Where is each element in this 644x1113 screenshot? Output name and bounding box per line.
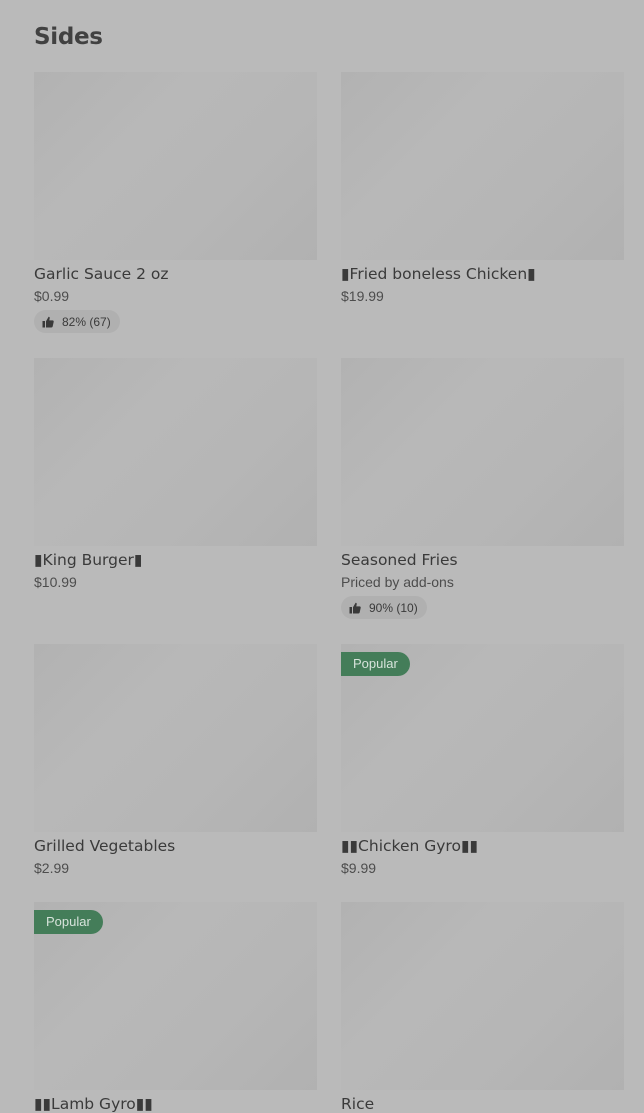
menu-item-card[interactable]: Popular ▮▮Lamb Gyro▮▮ [34, 902, 317, 1113]
menu-item-image[interactable]: Popular [341, 644, 624, 832]
menu-item-card[interactable]: Seasoned Fries Priced by add-ons 90% (10… [341, 358, 624, 619]
menu-item-image[interactable] [341, 72, 624, 260]
menu-item-name: Grilled Vegetables [34, 837, 176, 855]
thumbs-up-icon [42, 316, 54, 328]
menu-item-name: Seasoned Fries [341, 551, 458, 569]
menu-item-card[interactable]: ▮Fried boneless Chicken▮ $19.99 [341, 72, 624, 304]
menu-item-name: Garlic Sauce 2 oz [34, 265, 169, 283]
rating-text: 82% (67) [62, 314, 111, 329]
menu-item-image[interactable] [341, 358, 624, 546]
popular-badge: Popular [341, 652, 410, 676]
section-title: Sides [34, 24, 103, 50]
thumbs-up-icon [349, 602, 361, 614]
menu-item-card[interactable]: Popular ▮▮Chicken Gyro▮▮ $9.99 [341, 644, 624, 876]
menu-item-name: ▮King Burger▮ [34, 551, 143, 569]
menu-item-name: Rice [341, 1095, 375, 1113]
menu-item-name: ▮▮Chicken Gyro▮▮ [341, 837, 479, 855]
menu-item-name: ▮Fried boneless Chicken▮ [341, 265, 536, 283]
menu-item-image[interactable] [34, 358, 317, 546]
menu-item-card[interactable]: Garlic Sauce 2 oz $0.99 82% (67) [34, 72, 317, 333]
menu-item-card[interactable]: ▮King Burger▮ $10.99 [34, 358, 317, 590]
menu-item-price: Priced by add-ons [341, 574, 454, 590]
popular-badge: Popular [34, 910, 103, 934]
menu-item-card[interactable]: Grilled Vegetables $2.99 [34, 644, 317, 876]
menu-item-card[interactable]: Rice [341, 902, 624, 1113]
rating-pill: 90% (10) [341, 596, 427, 619]
menu-item-image[interactable]: Popular [34, 902, 317, 1090]
menu-item-name: ▮▮Lamb Gyro▮▮ [34, 1095, 153, 1113]
menu-item-image[interactable] [34, 644, 317, 832]
menu-item-price: $9.99 [341, 860, 377, 876]
rating-pill: 82% (67) [34, 310, 120, 333]
menu-item-price: $2.99 [34, 860, 70, 876]
menu-item-image[interactable] [341, 902, 624, 1090]
menu-item-price: $19.99 [341, 288, 384, 304]
menu-item-image[interactable] [34, 72, 317, 260]
menu-item-price: $10.99 [34, 574, 77, 590]
menu-item-price: $0.99 [34, 288, 70, 304]
rating-text: 90% (10) [369, 600, 418, 615]
